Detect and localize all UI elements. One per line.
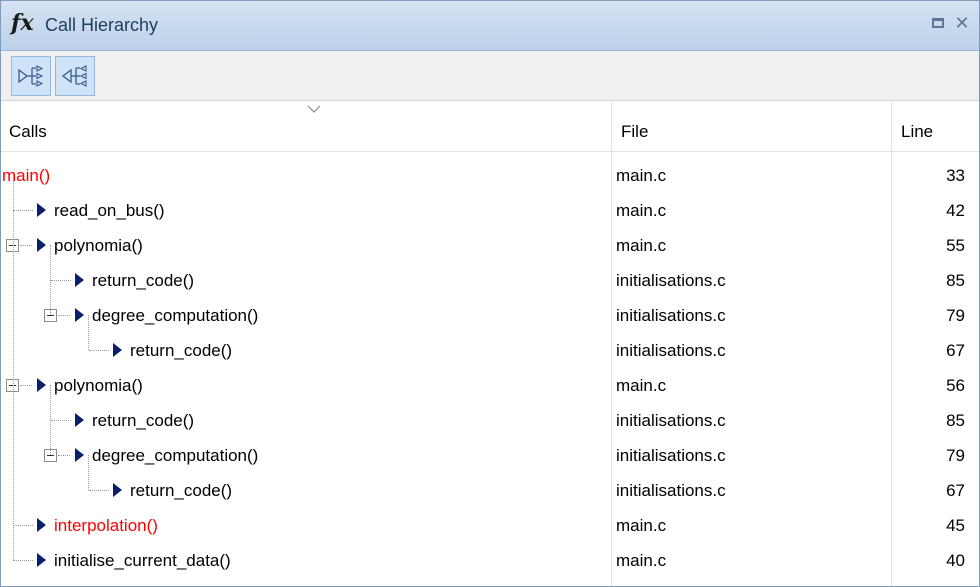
fx-icon: fx [11,10,34,36]
expand-arrow-icon[interactable] [37,203,46,217]
column-header: Calls File Line [1,102,979,152]
tree-row[interactable]: return_code() initialisations.c 85 [1,263,979,298]
expand-arrow-icon[interactable] [75,413,84,427]
call-file: main.c [616,201,667,220]
call-name: read_on_bus() [54,201,165,220]
tree-guide-line [88,455,89,490]
call-name: return_code() [130,341,233,360]
tree-row[interactable]: main() main.c 33 [1,158,979,193]
tree-row[interactable]: degree_computation() initialisations.c 79 [1,438,979,473]
show-callees-button[interactable] [11,56,51,96]
call-name: return_code() [130,481,233,500]
tree-connector [58,315,70,316]
tree-row[interactable]: polynomia() main.c 55 [1,228,979,263]
tree-row[interactable]: read_on_bus() main.c 42 [1,193,979,228]
call-file: initialisations.c [616,446,726,465]
expand-arrow-icon[interactable] [37,378,46,392]
tree-connector [51,280,71,281]
call-name: interpolation() [54,516,158,535]
tree-connector [58,455,70,456]
call-name: return_code() [92,271,195,290]
tree-row[interactable]: polynomia() main.c 56 [1,368,979,403]
call-file: initialisations.c [616,271,726,290]
expand-arrow-icon[interactable] [37,238,46,252]
header-file[interactable]: File [621,122,648,142]
tree-row[interactable]: return_code() initialisations.c 67 [1,333,979,368]
call-line-number: 55 [946,236,965,255]
tree-connector [13,560,33,561]
tree-connector [13,525,33,526]
tree-guide-line [13,175,14,560]
call-name: polynomia() [54,236,143,255]
call-line-number: 42 [946,201,965,220]
call-name: degree_computation() [92,446,259,465]
expand-arrow-icon[interactable] [37,518,46,532]
tree-guide-line [50,245,51,315]
close-icon: ✕ [954,13,970,33]
sort-chevron-icon [307,105,321,113]
call-line-number: 45 [946,516,965,535]
tree-guide-line [88,315,89,350]
expand-arrow-icon[interactable] [113,343,122,357]
title-bar: fx Call Hierarchy ✕ [1,1,979,51]
call-line-number: 67 [946,341,965,360]
panel-title: Call Hierarchy [45,15,159,35]
tree-row[interactable]: initialise_current_data() main.c 40 [1,543,979,578]
undock-button[interactable] [929,14,947,32]
tree-guide-line [50,385,51,455]
expand-arrow-icon[interactable] [75,273,84,287]
tree-connector [20,385,32,386]
tree-connector [20,245,32,246]
tree-row[interactable]: return_code() initialisations.c 85 [1,403,979,438]
call-line-number: 56 [946,376,965,395]
call-line-number: 40 [946,551,965,570]
call-file: main.c [616,516,667,535]
call-line-number: 85 [946,271,965,290]
expand-arrow-icon[interactable] [75,448,84,462]
call-file: main.c [616,551,667,570]
title-buttons: ✕ [929,14,971,32]
header-line[interactable]: Line [901,122,933,142]
show-callers-button[interactable] [55,56,95,96]
call-name: return_code() [92,411,195,430]
call-file: main.c [616,376,667,395]
tree-connector [13,210,33,211]
call-file: initialisations.c [616,306,726,325]
call-file: main.c [616,236,667,255]
tree-row[interactable]: interpolation() main.c 45 [1,508,979,543]
call-name: polynomia() [54,376,143,395]
call-line-number: 79 [946,446,965,465]
expand-arrow-icon[interactable] [75,308,84,322]
expand-arrow-icon[interactable] [113,483,122,497]
callers-icon [61,65,87,87]
tree-connector [89,350,109,351]
call-hierarchy-panel: fx Call Hierarchy ✕ Calls File Line main… [0,0,980,587]
tree-row[interactable]: degree_computation() initialisations.c 79 [1,298,979,333]
toolbar [1,51,979,101]
call-name: main() [2,166,51,185]
call-file: main.c [616,166,667,185]
expand-arrow-icon[interactable] [37,553,46,567]
tree-connector [51,420,71,421]
close-button[interactable]: ✕ [953,14,971,32]
call-line-number: 67 [946,481,965,500]
tree-row[interactable]: return_code() initialisations.c 67 [1,473,979,508]
header-calls[interactable]: Calls [9,122,47,142]
call-line-number: 85 [946,411,965,430]
call-file: initialisations.c [616,341,726,360]
call-name: initialise_current_data() [54,551,231,570]
tree-connector [89,490,109,491]
undock-icon [932,18,944,28]
call-line-number: 79 [946,306,965,325]
call-name: degree_computation() [92,306,259,325]
call-file: initialisations.c [616,411,726,430]
call-line-number: 33 [946,166,965,185]
callees-icon [18,65,44,87]
call-file: initialisations.c [616,481,726,500]
